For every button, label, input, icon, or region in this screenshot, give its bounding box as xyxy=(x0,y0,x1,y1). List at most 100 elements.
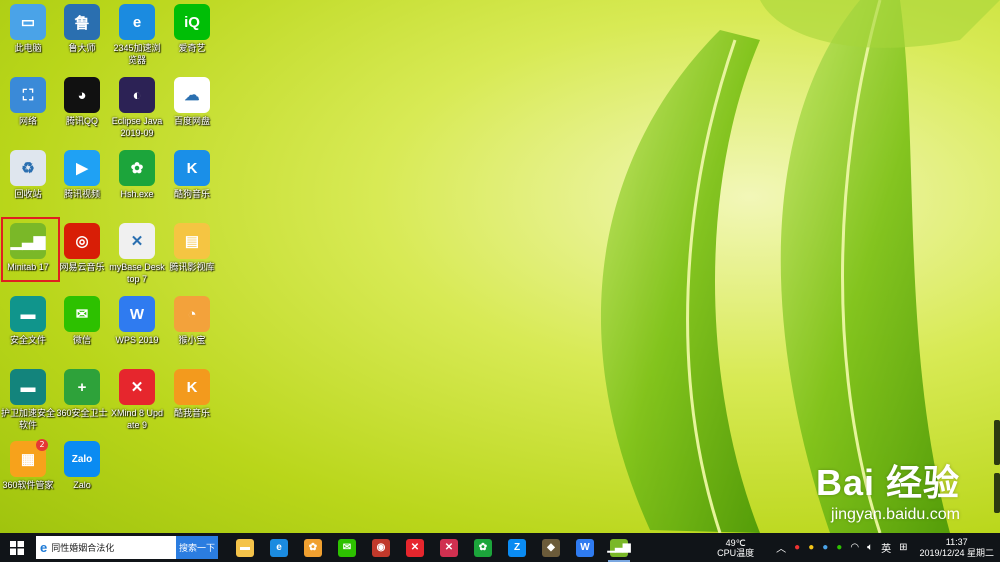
baidu-netdisk-icon: ☁ xyxy=(174,77,210,113)
volume-icon[interactable]: 🔈︎ xyxy=(867,542,873,553)
pinned-apps: ▬ e ✿ ✉ ◉ ✕ ✕ ✿ Z ◆ W ▁▃▆ xyxy=(228,533,636,562)
tray-app-green-icon[interactable]: ● xyxy=(836,542,842,553)
desktop-icon-360-software[interactable]: ▦ 2 360软件管家 xyxy=(0,439,56,491)
search-button[interactable]: 搜索一下 xyxy=(176,536,218,559)
input-keyboard-icon[interactable]: ⊞ xyxy=(899,542,907,553)
desktop-icon-360-safe[interactable]: +360安全卫士 xyxy=(54,369,110,419)
scroll-edge-top xyxy=(994,420,1000,465)
desktop-icon-network[interactable]: ⛶ 网络 xyxy=(0,77,56,127)
search-text: 同性婚姻合法化 xyxy=(51,543,115,553)
desktop-icon-wechat[interactable]: ✉ 微信 xyxy=(54,296,110,346)
taskbar: e 同性婚姻合法化 搜索一下 ▬ e ✿ ✉ ◉ ✕ ✕ ✿ Z ◆ W ▁▃▆ 49℃ CPU温度 … xyxy=(0,533,1000,562)
desktop-icon-ie-browser[interactable]: e 2345加速浏览器 xyxy=(109,4,165,66)
netease-music-icon: ◎ xyxy=(64,223,100,259)
search-input[interactable]: e 同性婚姻合法化 xyxy=(36,536,176,559)
taskbar-app-photo-app[interactable]: ✿ xyxy=(296,533,330,562)
desktop-icon-shield-app[interactable]: ▬ 护卫加速安全软件 xyxy=(0,369,56,431)
tray-app-yellow-icon[interactable]: ● xyxy=(808,542,814,553)
zalo-icon: Zalo xyxy=(64,441,100,477)
mybase-icon: ✕ xyxy=(119,223,155,259)
system-tray: 49℃ CPU温度 ︿ ● ● ● ● ◠ 🔈︎ 英 ⊞ 11:37 2019/… xyxy=(717,533,1000,562)
mybase-icon: ✕ xyxy=(440,538,458,557)
desktop-icon-monkey[interactable]: ◔ 猴小宝 xyxy=(164,296,220,346)
selection-highlight xyxy=(1,217,60,282)
taskbar-app-minitab[interactable]: ▁▃▆ xyxy=(602,533,636,562)
screenshot-app-icon: ◉ xyxy=(372,538,390,557)
desktop-icon-label: 微信 xyxy=(72,335,91,345)
photo-app-icon: ✿ xyxy=(304,538,322,557)
tray-app-blue-icon[interactable]: ● xyxy=(822,542,828,553)
desktop-icon-mybase[interactable]: ✕ myBase Desktop 7 xyxy=(109,223,165,285)
desktop-icon-qq-penguin[interactable]: ◕ 腾讯QQ xyxy=(54,77,110,127)
wechat-icon: ✉ xyxy=(338,538,356,557)
taskbar-app-mybase[interactable]: ✕ xyxy=(432,533,466,562)
taskbar-app-wps[interactable]: W xyxy=(568,533,602,562)
desktop-icon-label: 网易云音乐 xyxy=(59,262,105,272)
desktop-icon-kugou[interactable]: K 酷狗音乐 xyxy=(164,150,220,200)
desktop-icon-label: Eclipse Java 2019-09 xyxy=(111,116,163,138)
taskbar-app-screenshot-app[interactable]: ◉ xyxy=(364,533,398,562)
taskbar-app-game[interactable]: ◆ xyxy=(534,533,568,562)
taskbar-app-wechat[interactable]: ✉ xyxy=(330,533,364,562)
desktop-icon-label: 百度网盘 xyxy=(173,116,210,126)
desktop-icon-recycle-bin[interactable]: ♻ 回收站 xyxy=(0,150,56,200)
safe-file-icon: ▬ xyxy=(10,296,46,332)
wechat-icon: ✉ xyxy=(64,296,100,332)
windows-logo-icon xyxy=(10,540,24,555)
taskbar-app-file-explorer[interactable]: ▬ xyxy=(228,533,262,562)
ie-icon: e xyxy=(270,538,288,557)
desktop-icon-kuwo[interactable]: K 酷我音乐 xyxy=(164,369,220,419)
watermark-brand: Bai 经验 xyxy=(815,462,960,503)
tray-app-red-icon[interactable]: ● xyxy=(794,542,800,553)
tencent-video-icon: ▶ xyxy=(64,150,100,186)
desktop-icon-netease-music[interactable]: ◎ 网易云音乐 xyxy=(54,223,110,273)
wps-icon: W xyxy=(119,296,155,332)
shield-app-icon: ▬ xyxy=(10,369,46,405)
zalo-icon: Z xyxy=(508,538,526,557)
desktop-icon-label: 酷我音乐 xyxy=(173,408,210,418)
game-icon: ◆ xyxy=(542,538,560,557)
kuwo-icon: K xyxy=(174,369,210,405)
desktop-icon-baidu-netdisk[interactable]: ☁ 百度网盘 xyxy=(164,77,220,127)
desktop-icon-video-folder[interactable]: ▤ 腾讯影视库 xyxy=(164,223,220,273)
desktop-icon-green-swirl[interactable]: ✿ Hsh.exe xyxy=(109,150,165,200)
desktop-icon-label: Zalo xyxy=(73,480,91,490)
baidu-watermark: Bai 经验 jingyan.baidu.com xyxy=(816,454,960,524)
desktop-icon-ludashi[interactable]: 鲁鲁大师 xyxy=(54,4,110,54)
desktop-icon-label: 回收站 xyxy=(14,189,42,199)
clock-date: 2019/12/24 星期二 xyxy=(919,547,994,558)
desktop-icon-safe-file[interactable]: ▬ 安全文件 xyxy=(0,296,56,346)
clock[interactable]: 11:37 2019/12/24 星期二 xyxy=(919,537,994,559)
360-safe-icon: + xyxy=(64,369,100,405)
desktop-icon-label: 360软件管家 xyxy=(2,480,54,490)
computer-icon: ▭ xyxy=(10,4,46,40)
ime-indicator[interactable]: 英 xyxy=(881,540,891,555)
desktop-icon-computer[interactable]: ▭ 此电脑 xyxy=(0,4,56,54)
desktop-icon-label: XMind 8 Update 9 xyxy=(110,408,164,430)
desktop-icon-zalo[interactable]: Zalo Zalo xyxy=(54,441,110,491)
show-hidden-icons-icon[interactable]: ︿ xyxy=(776,540,786,555)
xmind-icon: ✕ xyxy=(119,369,155,405)
video-folder-icon: ▤ xyxy=(174,223,210,259)
taskbar-app-zalo[interactable]: Z xyxy=(500,533,534,562)
desktop-icon-iqiyi[interactable]: iQ 爱奇艺 xyxy=(164,4,220,54)
desktop-icon-xmind[interactable]: ✕ XMind 8 Update 9 xyxy=(109,369,165,431)
desktop-icon-label: 腾讯QQ xyxy=(65,116,98,126)
clock-time: 11:37 xyxy=(945,536,968,547)
cpu-temp-widget[interactable]: 49℃ CPU温度 xyxy=(717,538,754,558)
taskbar-app-xmind[interactable]: ✕ xyxy=(398,533,432,562)
desktop-icon-label: 酷狗音乐 xyxy=(173,189,210,199)
taskbar-app-ie[interactable]: e xyxy=(262,533,296,562)
eclipse-icon: ◐ xyxy=(119,77,155,113)
taskbar-app-green-swirl[interactable]: ✿ xyxy=(466,533,500,562)
ie-search-icon: e xyxy=(40,540,48,555)
desktop-icon-eclipse[interactable]: ◐ Eclipse Java 2019-09 xyxy=(109,77,165,139)
wifi-icon[interactable]: ◠ xyxy=(850,542,859,553)
start-button[interactable] xyxy=(0,533,34,562)
desktop-icon-wps[interactable]: W WPS 2019 xyxy=(109,296,165,346)
watermark-url: jingyan.baidu.com xyxy=(831,506,960,523)
desktop-icon-tencent-video[interactable]: ▶ 腾讯视频 xyxy=(54,150,110,200)
ludashi-icon: 鲁 xyxy=(64,4,100,40)
cpu-temp-value: 49℃ xyxy=(725,537,746,548)
iqiyi-icon: iQ xyxy=(174,4,210,40)
